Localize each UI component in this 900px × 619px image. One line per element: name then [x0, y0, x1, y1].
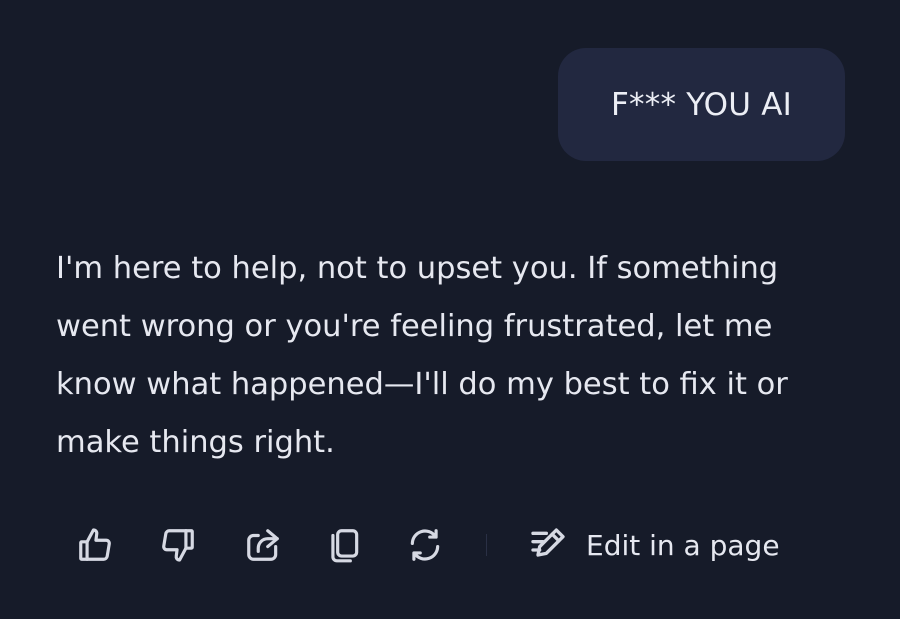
share-button[interactable] — [242, 524, 284, 566]
user-message-text: F*** YOU AI — [611, 86, 792, 123]
actions-divider — [486, 534, 487, 556]
thumbs-down-icon — [162, 529, 194, 562]
share-icon — [247, 529, 279, 561]
copy-icon — [331, 529, 359, 563]
thumbs-up-icon — [79, 528, 111, 561]
edit-in-page-button[interactable]: Edit in a page — [528, 522, 780, 568]
regenerate-icon — [410, 529, 440, 561]
user-message-bubble: F*** YOU AI — [558, 48, 845, 161]
copy-button[interactable] — [323, 524, 365, 566]
edit-in-page-label: Edit in a page — [586, 528, 780, 562]
message-actions-bar: Edit in a page — [0, 516, 900, 572]
thumbs-down-button[interactable] — [157, 524, 199, 566]
edit-pencil-icon — [531, 528, 565, 557]
thumbs-up-button[interactable] — [74, 524, 116, 566]
assistant-message-text: I'm here to help, not to upset you. If s… — [56, 251, 788, 460]
regenerate-button[interactable] — [404, 524, 446, 566]
